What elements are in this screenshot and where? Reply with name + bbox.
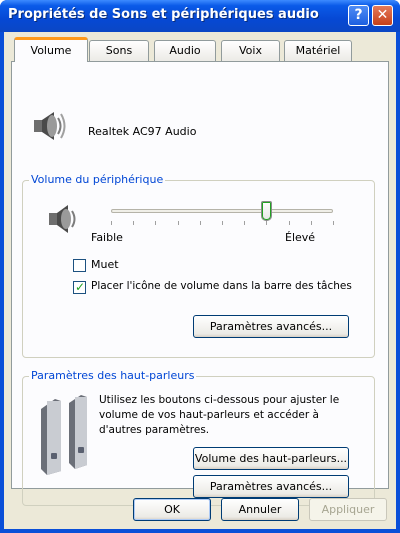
tab-voix[interactable]: Voix	[221, 40, 280, 61]
slider-tick	[222, 221, 223, 225]
speaker-advanced-button[interactable]: Paramètres avancés...	[193, 475, 349, 498]
close-button[interactable]: ✕	[372, 5, 393, 26]
slider-tick	[333, 221, 334, 225]
slider-tick	[178, 221, 179, 225]
apply-button[interactable]: Appliquer	[309, 498, 387, 521]
tray-icon-checkbox[interactable]: ✓	[73, 280, 86, 294]
speaker-description: Utilisez les boutons ci-dessous pour aju…	[99, 394, 340, 436]
window-title: Propriétés de Sons et périphériques audi…	[8, 7, 319, 22]
tab-materiel[interactable]: Matériel	[284, 40, 352, 61]
slider-tick	[200, 221, 201, 225]
mute-label[interactable]: Muet	[91, 258, 119, 271]
volume-slider[interactable]	[103, 199, 343, 229]
slider-min-label: Faible	[91, 231, 123, 244]
device-volume-group: Volume du périphérique Faible Élevé Muet	[22, 173, 375, 358]
sound-properties-window: Propriétés de Sons et périphériques audi…	[0, 0, 400, 533]
mute-checkbox[interactable]	[73, 259, 86, 272]
device-advanced-button[interactable]: Paramètres avancés...	[193, 315, 349, 338]
volume-speaker-icon	[49, 205, 76, 233]
slider-tick	[111, 221, 112, 225]
ok-button[interactable]: OK	[133, 498, 211, 521]
dialog-body: Volume Sons Audio Voix Matériel Realtek …	[4, 32, 396, 529]
slider-tick	[133, 221, 134, 225]
slider-tick	[289, 221, 290, 225]
slider-tick	[244, 221, 245, 225]
volume-slider-thumb[interactable]	[261, 201, 272, 221]
speaker-icon	[34, 112, 66, 140]
slider-tick	[266, 221, 267, 225]
tab-sons[interactable]: Sons	[89, 40, 149, 61]
tab-audio[interactable]: Audio	[154, 40, 216, 61]
tray-icon-label[interactable]: Placer l'icône de volume dans la barre d…	[91, 280, 352, 292]
device-name: Realtek AC97 Audio	[88, 125, 197, 138]
slider-max-label: Élevé	[285, 231, 316, 244]
volume-slider-track	[111, 209, 333, 213]
cancel-button[interactable]: Annuler	[221, 498, 299, 521]
speaker-settings-group-title: Paramètres des haut-parleurs	[29, 369, 197, 382]
speaker-settings-group: Paramètres des haut-parleurs Utilisez le…	[22, 369, 375, 506]
check-mark-icon: ✓	[75, 280, 86, 294]
help-button[interactable]: ?	[348, 5, 369, 26]
device-volume-group-title: Volume du périphérique	[29, 173, 166, 186]
speaker-volume-button[interactable]: Volume des haut-parleurs...	[193, 447, 349, 470]
slider-tick	[155, 221, 156, 225]
title-bar[interactable]: Propriétés de Sons et périphériques audi…	[0, 0, 400, 32]
slider-tick	[311, 221, 312, 225]
tab-volume[interactable]: Volume	[14, 37, 88, 62]
tab-panel-volume: Realtek AC97 Audio Volume du périphériqu…	[11, 61, 389, 506]
desktop-speakers-icon	[41, 395, 87, 475]
